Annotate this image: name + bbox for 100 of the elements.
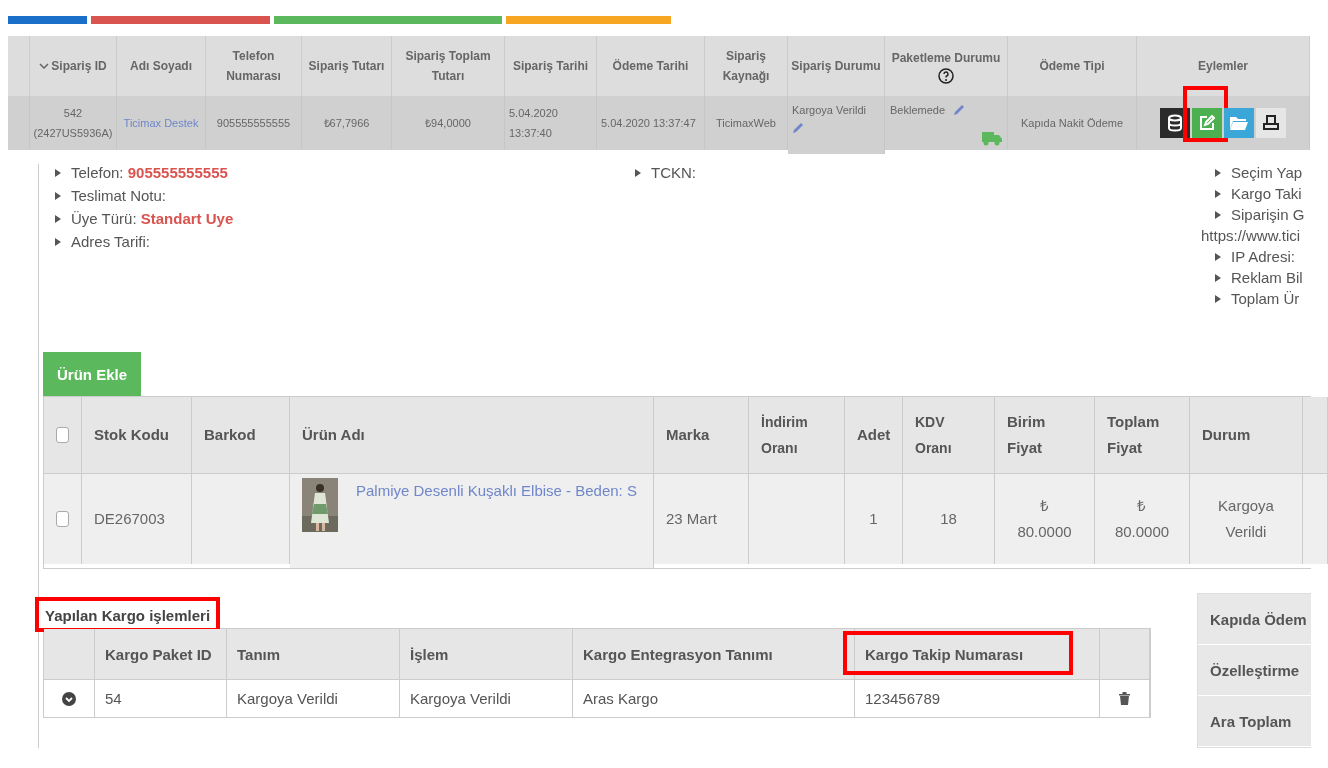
column-header: Birim Fiyat (995, 397, 1095, 473)
select-all-checkbox[interactable] (56, 427, 69, 443)
summary-label: Kapıda Ödem (1198, 594, 1311, 645)
table-cell: ₺94,0000 (392, 96, 505, 150)
summary-label: Ara Toplam (1198, 696, 1311, 747)
info-line: Reklam Bil (1231, 269, 1303, 286)
triangle-icon (55, 168, 61, 177)
info-line: IP Adresi: (1231, 248, 1295, 265)
edit-icon (1199, 115, 1215, 131)
column-header: İşlem (410, 645, 449, 663)
packaging-status: Beklemede (890, 103, 946, 118)
header-cell[interactable]: Paketleme Durumu (885, 36, 1008, 96)
table-cell: DE267003 (82, 473, 192, 564)
header-cell[interactable]: Eylemler (1137, 36, 1310, 96)
triangle-icon (55, 214, 61, 223)
header-label: Sipariş Durumu (791, 58, 881, 75)
add-product-button[interactable]: Ürün Ekle (43, 352, 142, 396)
column-header: KDV Oranı (903, 397, 995, 473)
table-cell: Kargoya Verildi (400, 679, 573, 717)
header-cell[interactable]: Ödeme Tarihi (597, 36, 705, 96)
row-checkbox[interactable] (56, 511, 69, 527)
column-header: Barkod (192, 397, 290, 473)
header-cell[interactable]: Sipariş ID (30, 36, 117, 96)
header-label: Sipariş Kaynağı (721, 48, 771, 85)
info-line: TCKN: (651, 164, 696, 181)
summary-label: Özelleştirme (1198, 645, 1311, 696)
table-cell: 5.04.2020 13:37:47 (597, 96, 705, 150)
column-header: Durum (1190, 397, 1303, 473)
header-label: Sipariş Toplam Tutarı (404, 48, 492, 85)
database-icon (1167, 114, 1183, 132)
info-line: Toplam Ür (1231, 290, 1300, 307)
column-header: Kargo Takip Numarası (865, 645, 1024, 663)
table-cell: 23 Mart (654, 473, 749, 564)
triangle-icon (1215, 189, 1221, 198)
table-cell: Kapıda Nakit Ödeme (1008, 96, 1137, 150)
header-label: Sipariş Tutarı (308, 58, 385, 75)
header-cell[interactable]: Ödeme Tipi (1008, 36, 1137, 96)
triangle-icon (1215, 168, 1221, 177)
info-line: Telefon: 905555555555 (71, 164, 228, 181)
triangle-icon (1215, 294, 1221, 303)
column-header: Tanım (237, 645, 281, 663)
triangle-icon (55, 237, 61, 246)
header-label: Paketleme Durumu (891, 50, 1001, 67)
column-header: Marka (654, 397, 749, 473)
print-button[interactable] (1256, 108, 1286, 138)
table-cell: 18 (903, 473, 995, 564)
printer-icon (1263, 115, 1279, 131)
column-header: Kargo Paket ID (105, 645, 212, 663)
table-cell: 123456789 (855, 679, 1100, 717)
column-header: Stok Kodu (82, 397, 192, 473)
header-cell[interactable]: Sipariş Durumu (788, 36, 885, 96)
triangle-icon (55, 191, 61, 200)
triangle-icon (1215, 252, 1221, 261)
table-cell: Aras Kargo (573, 679, 855, 717)
triangle-icon (1215, 273, 1221, 282)
header-label: Telefon Numarası (225, 48, 282, 85)
column-header: Kargo Entegrasyon Tanımı (583, 645, 773, 663)
pencil-icon[interactable] (792, 122, 804, 134)
truck-icon (982, 130, 1002, 146)
header-cell[interactable]: Sipariş Tutarı (302, 36, 392, 96)
table-cell: Kargoya Verildi (227, 679, 400, 717)
chevron-down-icon (39, 63, 50, 69)
order-code: (2427US5936A) (33, 126, 113, 141)
header-label: Eylemler (1197, 58, 1248, 75)
customer-link[interactable]: Ticimax Destek (123, 113, 199, 133)
header-label: Adı Soyadı (130, 58, 192, 75)
table-cell: 905555555555 (206, 96, 302, 150)
triangle-icon (635, 168, 641, 177)
section-title: Yapılan Kargo işlemleri (44, 606, 212, 626)
order-id: 542 (62, 106, 84, 121)
table-cell: Kargoya Verildi (1190, 473, 1303, 564)
header-cell (8, 36, 30, 96)
unit-price: ₺ 80.0000 (1017, 496, 1072, 542)
table-cell: 1 (845, 473, 903, 564)
pencil-icon[interactable] (953, 104, 966, 116)
header-label: Sipariş ID (51, 58, 107, 75)
header-cell[interactable]: Telefon Numarası (206, 36, 302, 96)
header-cell[interactable]: Sipariş Tarihi (505, 36, 597, 96)
column-header: Adet (845, 397, 903, 473)
info-line: Kargo Taki (1231, 185, 1302, 202)
product-name-link[interactable]: Palmiye Desenli Kuşaklı Elbise - Beden: S (356, 482, 637, 499)
info-line: Teslimat Notu: (71, 187, 167, 204)
total-price: ₺ 80.0000 (1114, 496, 1170, 542)
header-cell[interactable]: Sipariş Toplam Tutarı (392, 36, 505, 96)
column-header: İndirim Oranı (749, 397, 845, 473)
header-label: Ödeme Tarihi (612, 58, 689, 75)
info-line: Adres Tarifi: (71, 233, 150, 250)
table-cell: 5.04.2020 13:37:40 (505, 96, 597, 150)
column-header: Ürün Adı (290, 397, 654, 473)
expand-icon[interactable] (62, 691, 76, 706)
order-status: Kargoya Verildi (792, 103, 866, 118)
info-line: Siparişin G (1231, 206, 1305, 223)
header-cell[interactable]: Adı Soyadı (117, 36, 206, 96)
help-icon[interactable] (938, 68, 954, 84)
info-line: Üye Türü: Standart Uye (71, 210, 234, 227)
info-line: Seçim Yap (1231, 164, 1303, 181)
folder-icon (1230, 116, 1248, 130)
header-cell[interactable]: Sipariş Kaynağı (705, 36, 788, 96)
trash-icon[interactable] (1119, 692, 1130, 705)
header-label: Ödeme Tipi (1039, 58, 1105, 75)
